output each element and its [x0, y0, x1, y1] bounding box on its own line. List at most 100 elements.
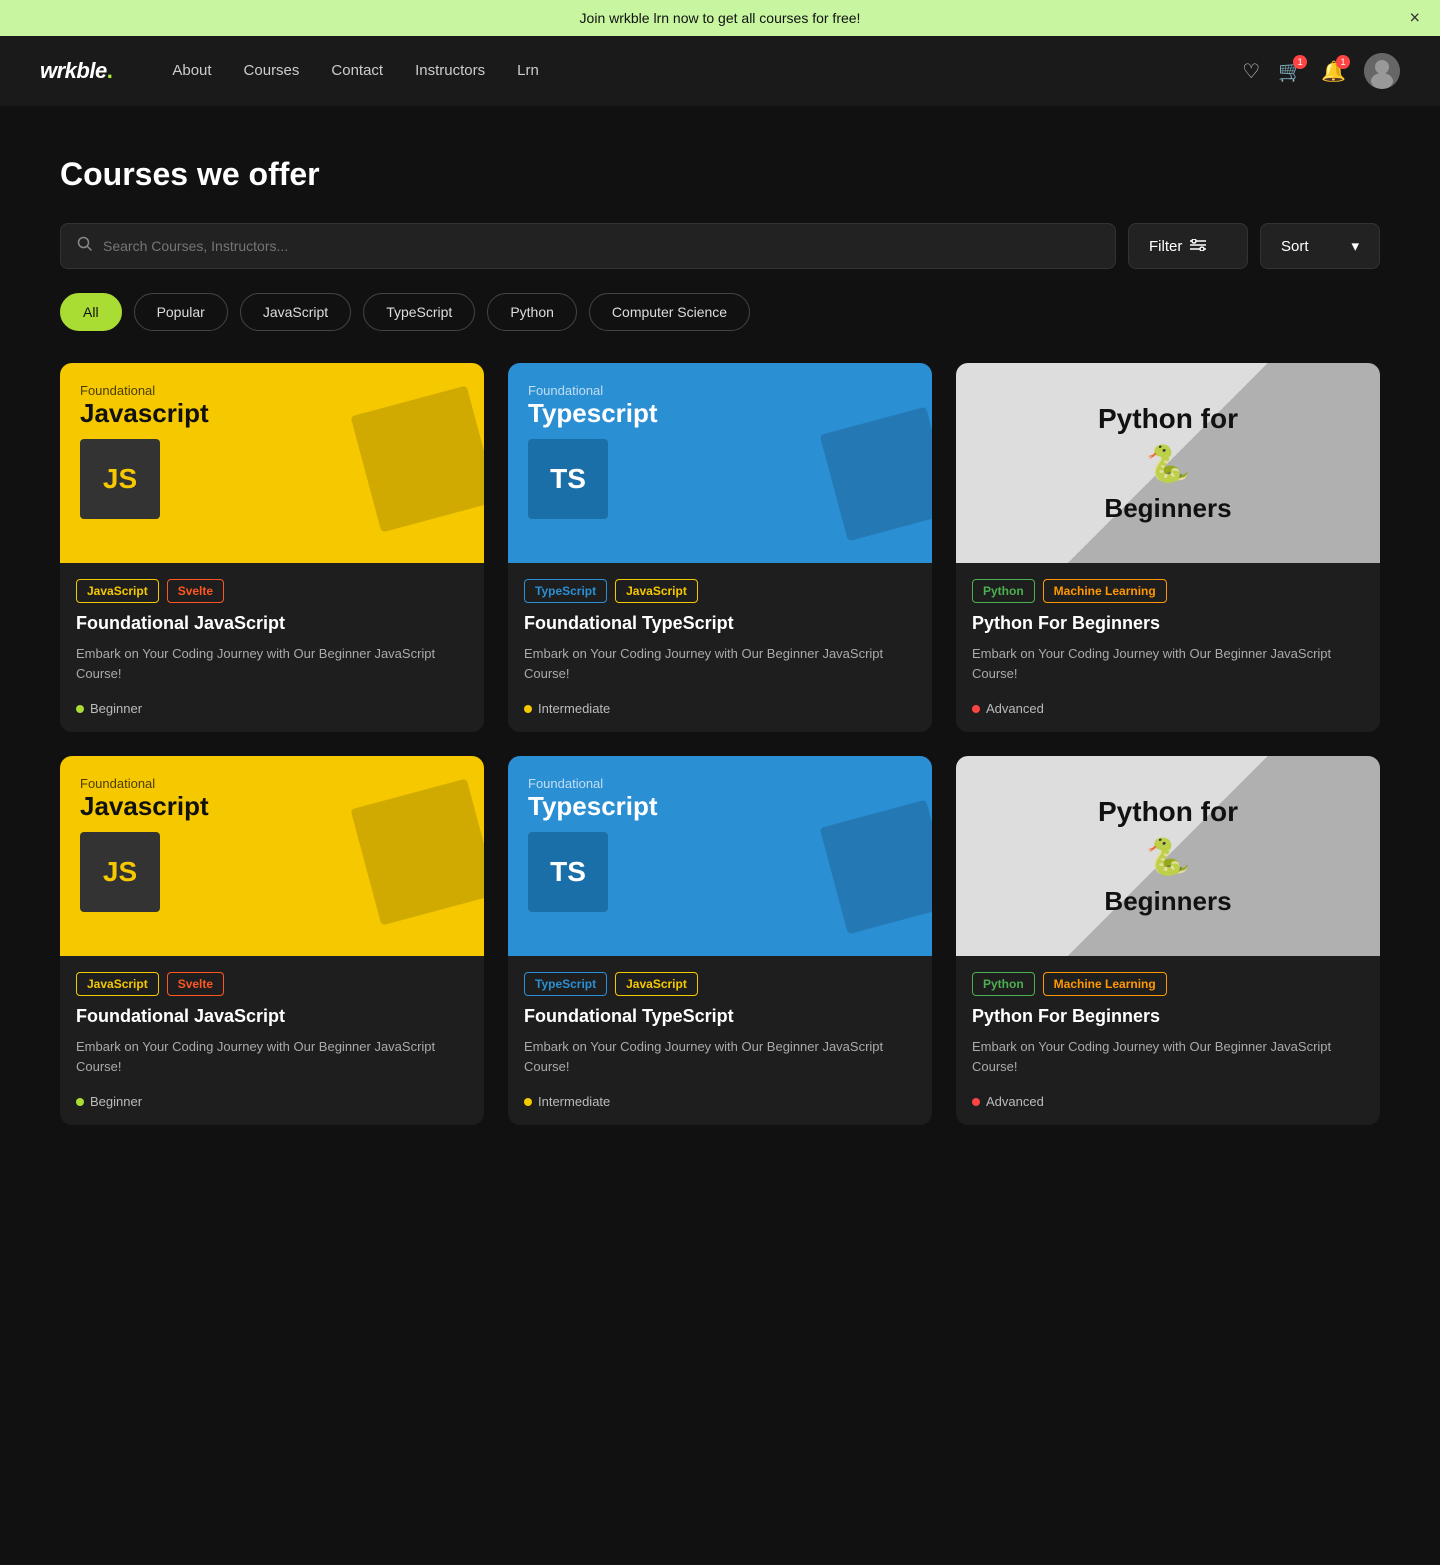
course-card[interactable]: Python for 🐍 Beginners Python Machine Lea… [956, 756, 1380, 1125]
banner-text: Join wrkble lrn now to get all courses f… [580, 10, 861, 26]
tab-all[interactable]: All [60, 293, 122, 331]
card-tags: JavaScript Svelte [76, 579, 468, 603]
search-icon [77, 236, 93, 257]
tab-python[interactable]: Python [487, 293, 577, 331]
card-title: Foundational JavaScript [76, 613, 468, 634]
cart-button[interactable]: 🛒 1 [1278, 59, 1303, 84]
course-tag: Svelte [167, 579, 224, 603]
notification-button[interactable]: 🔔 1 [1321, 59, 1346, 84]
course-card[interactable]: Python for 🐍 Beginners Python Machine Lea… [956, 363, 1380, 732]
card-description: Embark on Your Coding Journey with Our B… [972, 644, 1364, 683]
course-tag: JavaScript [76, 972, 159, 996]
level-dot [76, 705, 84, 713]
tab-typescript[interactable]: TypeScript [363, 293, 475, 331]
courses-grid: Foundational Javascript JS JavaScript Sve… [60, 363, 1380, 1125]
sort-button[interactable]: Sort ▾ [1260, 223, 1380, 269]
card-level: Intermediate [524, 693, 916, 716]
nav-links: About Courses Contact Instructors Lrn [172, 62, 1242, 80]
nav-about[interactable]: About [172, 62, 211, 79]
course-card[interactable]: Foundational Typescript TS TypeScript Jav… [508, 363, 932, 732]
course-tag: Python [972, 972, 1035, 996]
card-image: Foundational Typescript TS [508, 363, 932, 563]
level-label: Intermediate [538, 701, 610, 716]
card-title: Python For Beginners [972, 613, 1364, 634]
level-label: Advanced [986, 701, 1044, 716]
level-label: Beginner [90, 1094, 142, 1109]
card-title: Foundational JavaScript [76, 1006, 468, 1027]
tab-computer-science[interactable]: Computer Science [589, 293, 750, 331]
card-description: Embark on Your Coding Journey with Our B… [972, 1037, 1364, 1076]
heart-icon: ♡ [1242, 59, 1260, 84]
level-dot [524, 1098, 532, 1106]
navbar: wrkble. About Courses Contact Instructor… [0, 36, 1440, 106]
card-body: JavaScript Svelte Foundational JavaScript… [60, 956, 484, 1125]
tab-javascript[interactable]: JavaScript [240, 293, 351, 331]
filter-button[interactable]: Filter [1128, 223, 1248, 269]
card-level: Advanced [972, 693, 1364, 716]
tab-popular[interactable]: Popular [134, 293, 228, 331]
course-tag: JavaScript [615, 972, 698, 996]
card-description: Embark on Your Coding Journey with Our B… [76, 644, 468, 683]
logo[interactable]: wrkble. [40, 58, 112, 84]
card-image: Python for 🐍 Beginners [956, 756, 1380, 956]
course-tag: Python [972, 579, 1035, 603]
avatar[interactable] [1364, 53, 1400, 89]
course-tag: JavaScript [615, 579, 698, 603]
card-image: Foundational Javascript JS [60, 756, 484, 956]
level-label: Advanced [986, 1094, 1044, 1109]
level-dot [972, 705, 980, 713]
nav-courses[interactable]: Courses [244, 62, 300, 79]
course-tag: JavaScript [76, 579, 159, 603]
cart-badge: 1 [1293, 55, 1307, 69]
level-label: Intermediate [538, 1094, 610, 1109]
card-level: Beginner [76, 1086, 468, 1109]
card-tags: TypeScript JavaScript [524, 972, 916, 996]
course-tag: TypeScript [524, 579, 607, 603]
card-level: Beginner [76, 693, 468, 716]
card-image: Foundational Javascript JS [60, 363, 484, 563]
card-image: Python for 🐍 Beginners [956, 363, 1380, 563]
card-title: Python For Beginners [972, 1006, 1364, 1027]
course-tag: TypeScript [524, 972, 607, 996]
card-body: TypeScript JavaScript Foundational TypeSc… [508, 563, 932, 732]
notification-badge: 1 [1336, 55, 1350, 69]
filter-icon [1190, 238, 1206, 255]
course-card[interactable]: Foundational Javascript JS JavaScript Sve… [60, 363, 484, 732]
nav-right: ♡ 🛒 1 🔔 1 [1242, 53, 1400, 89]
course-card[interactable]: Foundational Javascript JS JavaScript Sve… [60, 756, 484, 1125]
search-input[interactable] [103, 224, 1099, 268]
card-body: JavaScript Svelte Foundational JavaScript… [60, 563, 484, 732]
nav-contact[interactable]: Contact [331, 62, 383, 79]
card-description: Embark on Your Coding Journey with Our B… [76, 1037, 468, 1076]
course-tag: Machine Learning [1043, 579, 1167, 603]
level-dot [972, 1098, 980, 1106]
banner-close-button[interactable]: × [1409, 8, 1420, 29]
course-tag: Svelte [167, 972, 224, 996]
card-tags: Python Machine Learning [972, 579, 1364, 603]
top-banner: Join wrkble lrn now to get all courses f… [0, 0, 1440, 36]
level-dot [524, 705, 532, 713]
wishlist-button[interactable]: ♡ [1242, 59, 1260, 84]
card-body: Python Machine Learning Python For Beginn… [956, 563, 1380, 732]
page-title: Courses we offer [60, 156, 1380, 193]
course-card[interactable]: Foundational Typescript TS TypeScript Jav… [508, 756, 932, 1125]
level-label: Beginner [90, 701, 142, 716]
card-description: Embark on Your Coding Journey with Our B… [524, 1037, 916, 1076]
category-tabs: All Popular JavaScript TypeScript Python… [60, 293, 1380, 331]
card-tags: Python Machine Learning [972, 972, 1364, 996]
course-tag: Machine Learning [1043, 972, 1167, 996]
card-level: Intermediate [524, 1086, 916, 1109]
card-tags: TypeScript JavaScript [524, 579, 916, 603]
card-title: Foundational TypeScript [524, 1006, 916, 1027]
card-level: Advanced [972, 1086, 1364, 1109]
card-tags: JavaScript Svelte [76, 972, 468, 996]
card-image: Foundational Typescript TS [508, 756, 932, 956]
main-content: Courses we offer Filter [0, 106, 1440, 1175]
nav-lrn[interactable]: Lrn [517, 62, 539, 79]
level-dot [76, 1098, 84, 1106]
card-description: Embark on Your Coding Journey with Our B… [524, 644, 916, 683]
card-body: TypeScript JavaScript Foundational TypeSc… [508, 956, 932, 1125]
nav-instructors[interactable]: Instructors [415, 62, 485, 79]
chevron-down-icon: ▾ [1351, 237, 1359, 255]
card-title: Foundational TypeScript [524, 613, 916, 634]
